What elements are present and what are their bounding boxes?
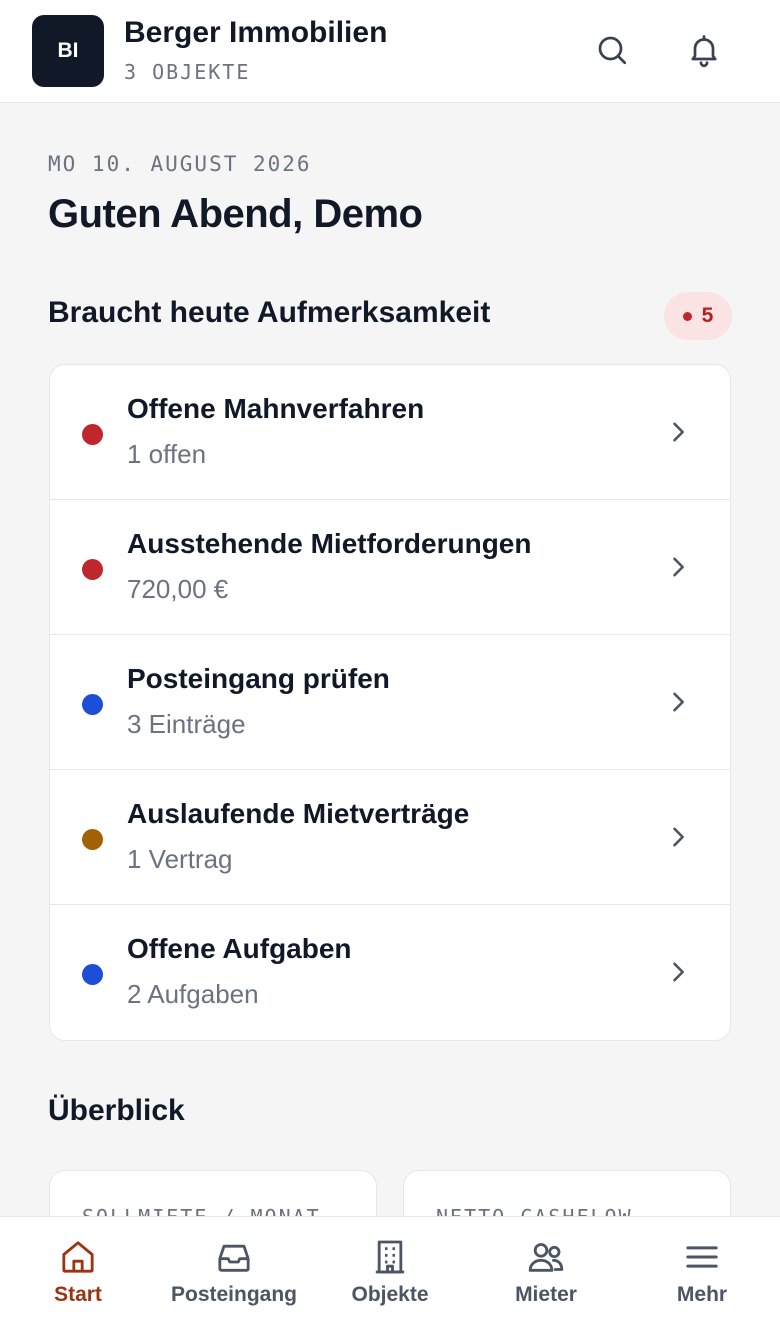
attention-item-aufgaben[interactable]: Offene Aufgaben 2 Aufgaben — [50, 905, 730, 1040]
attention-item-title: Posteingang prüfen — [127, 663, 390, 694]
bell-icon[interactable] — [682, 28, 726, 72]
building-icon — [375, 1240, 405, 1274]
attention-item-title: Ausstehende Mietforderungen — [127, 528, 532, 559]
attention-item-subtitle: 1 offen — [127, 439, 207, 469]
property-count: 3 OBJEKTE — [124, 60, 251, 84]
status-dot — [82, 559, 103, 580]
attention-item-subtitle: 720,00 € — [127, 574, 229, 604]
attention-item-subtitle: 3 Einträge — [127, 709, 246, 739]
chevron-right-icon — [673, 557, 684, 577]
search-icon[interactable] — [590, 28, 634, 72]
badge-dot — [682, 311, 692, 321]
app-header: BI Berger Immobilien 3 OBJEKTE — [0, 0, 780, 103]
company-name: Berger Immobilien — [124, 16, 388, 49]
tab-mehr[interactable]: Mehr — [624, 1217, 780, 1328]
chevron-right-icon — [673, 962, 684, 982]
attention-item-mahnverfahren[interactable]: Offene Mahnverfahren 1 offen — [50, 365, 730, 500]
attention-item-mietforderungen[interactable]: Ausstehende Mietforderungen 720,00 € — [50, 500, 730, 635]
home-icon — [62, 1241, 94, 1273]
tab-start[interactable]: Start — [0, 1217, 156, 1328]
status-dot — [82, 694, 103, 715]
overview-section-title: Überblick — [48, 1094, 185, 1127]
company-logo[interactable]: BI — [32, 15, 104, 87]
users-icon — [528, 1243, 564, 1272]
current-date: MO 10. AUGUST 2026 — [48, 152, 312, 176]
attention-item-subtitle: 2 Aufgaben — [127, 979, 259, 1009]
bottom-tab-bar: Start Posteingang Objekte Mieter Mehr — [0, 1216, 780, 1328]
tab-label: Posteingang — [170, 1283, 297, 1306]
attention-item-mietvertraege[interactable]: Auslaufende Mietverträge 1 Vertrag — [50, 770, 730, 905]
tab-objekte[interactable]: Objekte — [312, 1217, 468, 1328]
greeting-title: Guten Abend, Demo — [48, 192, 423, 236]
attention-section-title: Braucht heute Aufmerksamkeit — [48, 296, 491, 329]
attention-list: Offene Mahnverfahren 1 offen Ausstehende… — [49, 364, 731, 1041]
chevron-right-icon — [673, 422, 684, 442]
tab-mieter[interactable]: Mieter — [468, 1217, 624, 1328]
tab-label: Mehr — [676, 1283, 728, 1306]
tab-label: Mieter — [515, 1283, 577, 1306]
tab-label: Start — [54, 1283, 102, 1306]
chevron-right-icon — [673, 827, 684, 847]
attention-item-subtitle: 1 Vertrag — [127, 844, 233, 874]
tab-posteingang[interactable]: Posteingang — [156, 1217, 312, 1328]
inbox-icon — [218, 1244, 250, 1272]
attention-item-posteingang[interactable]: Posteingang prüfen 3 Einträge — [50, 635, 730, 770]
attention-count-badge: 5 — [664, 292, 732, 340]
tab-label: Objekte — [351, 1283, 429, 1306]
chevron-right-icon — [673, 692, 684, 712]
attention-count: 5 — [701, 304, 714, 327]
status-dot — [82, 964, 103, 985]
attention-item-title: Offene Aufgaben — [127, 933, 352, 964]
attention-item-title: Offene Mahnverfahren — [127, 393, 425, 424]
status-dot — [82, 424, 103, 445]
status-dot — [82, 829, 103, 850]
menu-icon — [686, 1246, 718, 1268]
attention-item-title: Auslaufende Mietverträge — [127, 798, 470, 829]
